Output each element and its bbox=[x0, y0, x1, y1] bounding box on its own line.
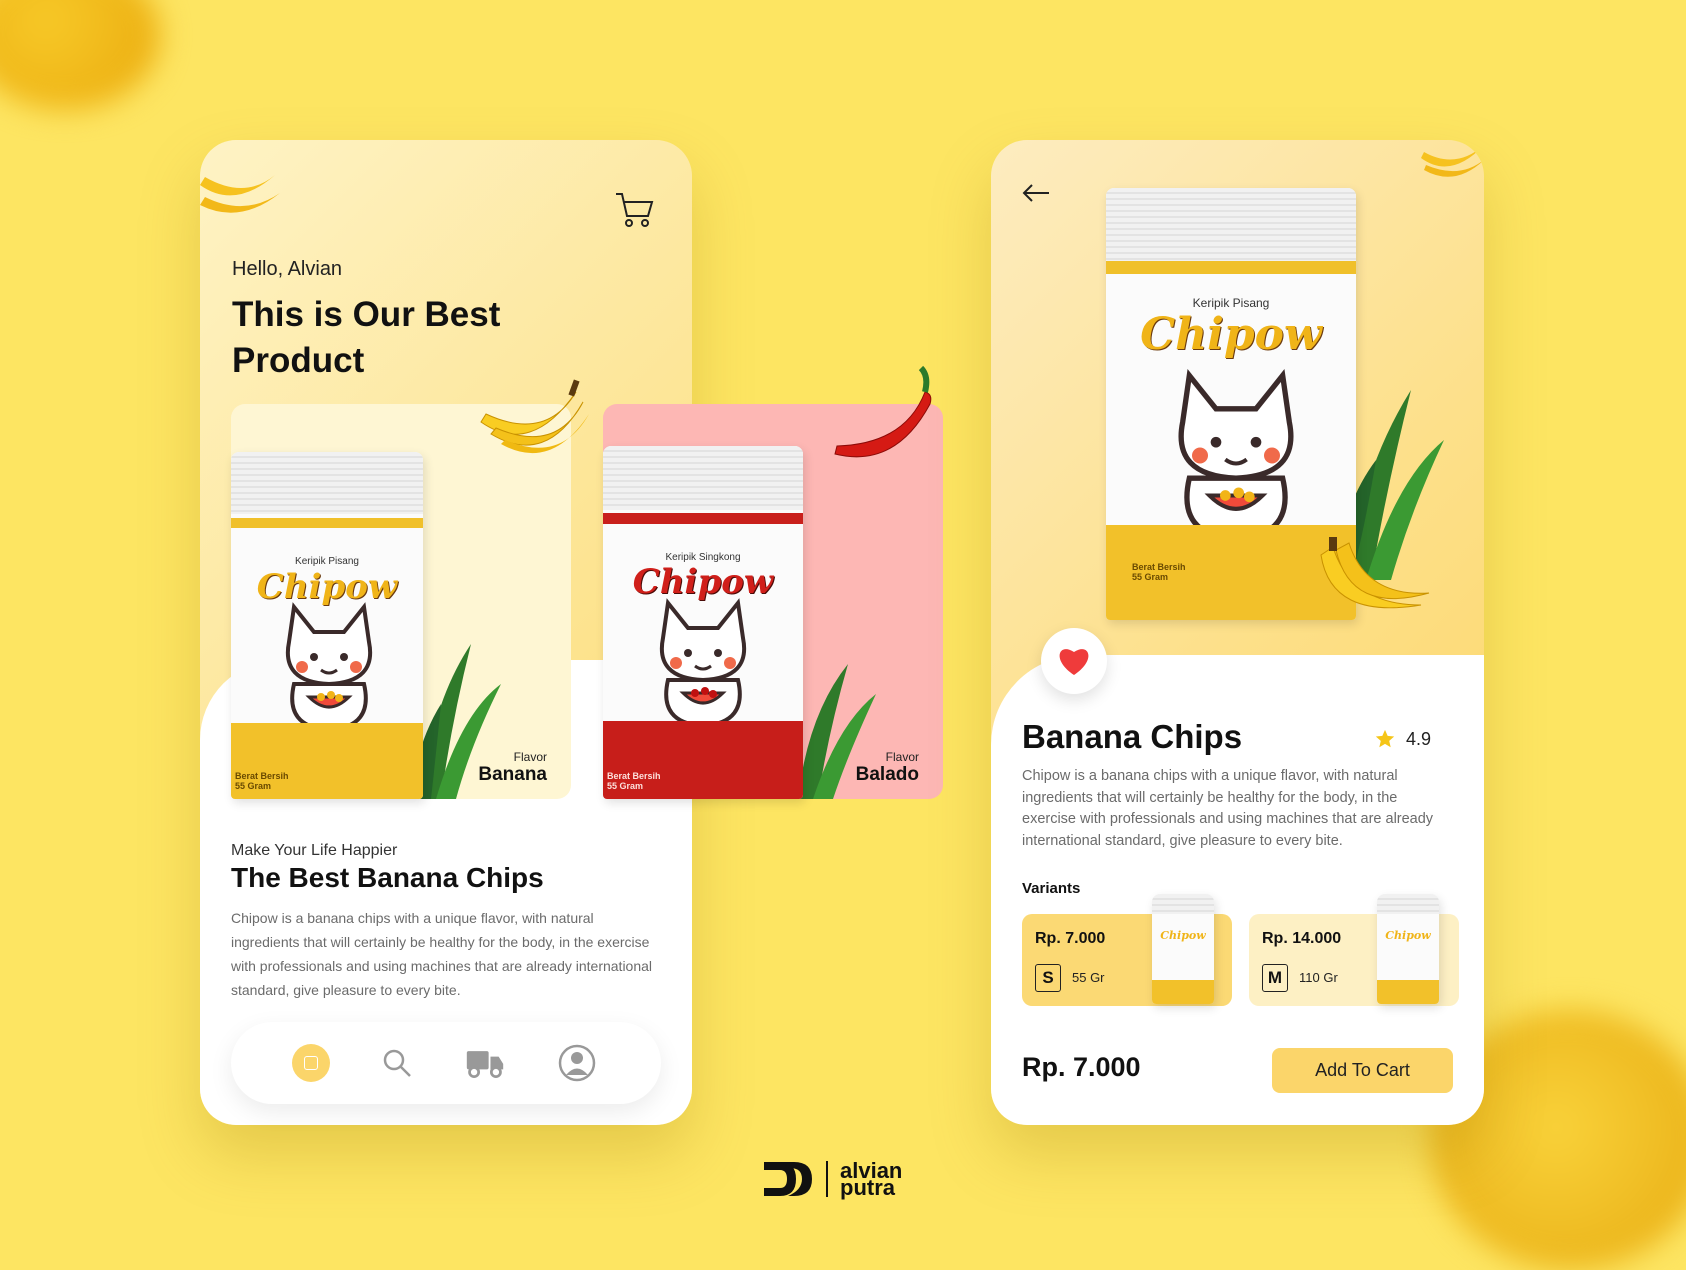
variant-option-s[interactable]: Rp. 7.000 S 55 Gr Chipow bbox=[1022, 894, 1232, 1006]
variant-option-m[interactable]: Rp. 14.000 M 110 Gr Chipow bbox=[1249, 894, 1459, 1006]
variants-label: Variants bbox=[1022, 880, 1081, 897]
heart-icon bbox=[1059, 649, 1089, 675]
detail-screen: Keripik Pisang Chipow Berat Bersih 55 Gr… bbox=[991, 140, 1484, 1125]
logo-mark-icon bbox=[764, 1162, 812, 1196]
product-card-banana[interactable]: Keripik Pisang Chipow Berat Bersih 55 Gr… bbox=[231, 379, 589, 799]
variant-pouch: Chipow bbox=[1152, 894, 1214, 1004]
designer-logo: alvian putra bbox=[762, 1160, 902, 1200]
rating: 4.9 bbox=[1374, 728, 1431, 750]
rating-value: 4.9 bbox=[1406, 728, 1432, 749]
bottom-nav bbox=[231, 1022, 661, 1104]
add-to-cart-button[interactable]: Add To Cart bbox=[1272, 1048, 1453, 1093]
total-price: Rp. 7.000 bbox=[1022, 1052, 1141, 1082]
product-pouch: Keripik Pisang Chipow Berat Bersih 55 Gr… bbox=[231, 452, 423, 799]
delivery-truck-icon bbox=[466, 1051, 504, 1078]
nav-home[interactable] bbox=[291, 1043, 331, 1083]
product-card-balado[interactable]: Keripik Singkong Chipow Berat Bersih 55 … bbox=[603, 365, 943, 799]
variant-gram: 110 Gr bbox=[1299, 970, 1338, 985]
flavor-name: Banana bbox=[478, 764, 547, 785]
favorite-button[interactable] bbox=[1041, 628, 1107, 694]
variant-size: S bbox=[1035, 964, 1061, 992]
section-title: The Best Banana Chips bbox=[231, 862, 544, 893]
product-description: Chipow is a banana chips with a unique f… bbox=[1022, 768, 1434, 849]
variant-pouch: Chipow bbox=[1377, 894, 1439, 1004]
cat-mascot-icon bbox=[285, 602, 373, 732]
search-icon bbox=[383, 1049, 411, 1077]
profile-icon bbox=[558, 1044, 596, 1082]
chili-pepper-icon bbox=[834, 365, 932, 458]
cat-mascot-icon bbox=[1178, 369, 1294, 543]
product-description: Chipow is a banana chips with a unique f… bbox=[231, 910, 653, 998]
nav-profile[interactable] bbox=[557, 1043, 597, 1083]
tagline: Make Your Life Happier bbox=[231, 842, 398, 859]
cat-mascot-icon bbox=[659, 598, 747, 728]
star-icon bbox=[1375, 729, 1395, 748]
home-icon bbox=[292, 1044, 330, 1082]
variant-gram: 55 Gr bbox=[1072, 970, 1105, 985]
background-banana-top-left bbox=[0, 0, 160, 110]
page-title: This is Our Best Product bbox=[232, 295, 501, 380]
logo-text-line2: putra bbox=[840, 1175, 895, 1200]
banana-icon bbox=[480, 379, 589, 454]
variant-price: Rp. 14.000 bbox=[1262, 930, 1342, 947]
nav-search[interactable] bbox=[377, 1043, 417, 1083]
banana-decoration-icon bbox=[200, 175, 280, 213]
banana-decoration-icon bbox=[1421, 145, 1484, 177]
variant-size: M bbox=[1262, 964, 1288, 992]
cart-icon[interactable] bbox=[614, 190, 656, 230]
flavor-label: Flavor bbox=[885, 750, 919, 764]
nav-delivery[interactable] bbox=[465, 1043, 505, 1083]
banana-icon bbox=[1320, 537, 1430, 609]
flavor-name: Balado bbox=[855, 764, 919, 785]
product-pouch: Keripik Singkong Chipow Berat Bersih 55 … bbox=[603, 446, 803, 799]
flavor-label: Flavor bbox=[513, 750, 547, 764]
greeting-text: Hello, Alvian bbox=[232, 258, 343, 280]
variant-price: Rp. 7.000 bbox=[1035, 930, 1106, 947]
back-arrow-icon[interactable] bbox=[1021, 182, 1051, 204]
product-title: Banana Chips bbox=[1022, 718, 1243, 755]
